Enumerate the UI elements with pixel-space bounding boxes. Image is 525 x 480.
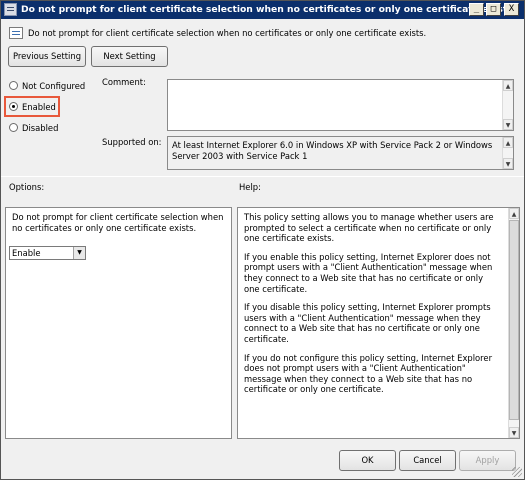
help-paragraph: If you disable this policy setting, Inte…	[244, 302, 491, 344]
enable-dropdown[interactable]: Enable ▼	[9, 246, 86, 260]
supported-scrollbar[interactable]: ▲ ▼	[502, 137, 513, 169]
help-paragraph: If you enable this policy setting, Inter…	[244, 251, 493, 294]
comment-field[interactable]: ▲ ▼	[167, 79, 514, 131]
radio-not-configured[interactable]: Not Configured	[9, 81, 85, 91]
scroll-up-icon[interactable]: ▲	[503, 80, 513, 91]
radio-enabled-indicator[interactable]	[9, 102, 18, 111]
radio-not-configured-indicator[interactable]	[9, 81, 18, 90]
radio-disabled-label: Disabled	[22, 123, 59, 133]
scroll-down-icon[interactable]: ▼	[503, 119, 513, 130]
scroll-down-icon[interactable]: ▼	[503, 158, 513, 169]
supported-on-value: At least Internet Explorer 6.0 in Window…	[172, 140, 493, 161]
help-scroll-thumb[interactable]	[509, 220, 519, 420]
title-bar[interactable]: Do not prompt for client certificate sel…	[1, 1, 524, 19]
scroll-up-icon[interactable]: ▲	[509, 208, 519, 219]
options-heading: Options:	[9, 182, 45, 192]
radio-disabled-indicator[interactable]	[9, 123, 18, 132]
policy-setting-dialog: Do not prompt for client certificate sel…	[0, 0, 525, 480]
previous-setting-button[interactable]: Previous Setting	[8, 46, 86, 67]
radio-enabled[interactable]: Enabled	[9, 102, 56, 112]
close-button[interactable]: X	[504, 3, 519, 16]
scroll-down-icon[interactable]: ▼	[509, 427, 519, 438]
chevron-down-icon[interactable]: ▼	[73, 247, 85, 259]
help-scrollbar[interactable]: ▲ ▼	[508, 208, 519, 438]
options-pane: Do not prompt for client certificate sel…	[5, 207, 232, 439]
help-heading: Help:	[239, 182, 261, 192]
cancel-button[interactable]: Cancel	[399, 450, 456, 471]
supported-on-label: Supported on:	[102, 137, 162, 147]
window-title: Do not prompt for client certificate sel…	[21, 4, 517, 15]
resize-grip-icon[interactable]	[512, 467, 522, 477]
policy-name-heading: Do not prompt for client certificate sel…	[28, 28, 427, 38]
divider	[1, 176, 524, 177]
options-description: Do not prompt for client certificate sel…	[12, 212, 224, 233]
enable-dropdown-value: Enable	[12, 248, 41, 258]
comment-label: Comment:	[102, 77, 146, 87]
radio-not-configured-label: Not Configured	[22, 81, 86, 91]
next-setting-button[interactable]: Next Setting	[91, 46, 168, 67]
scroll-up-icon[interactable]: ▲	[503, 137, 513, 148]
help-paragraph: This policy setting allows you to manage…	[244, 212, 494, 244]
radio-enabled-label: Enabled	[22, 102, 56, 112]
radio-disabled[interactable]: Disabled	[9, 123, 58, 133]
policy-icon	[4, 3, 17, 16]
comment-scrollbar[interactable]: ▲ ▼	[502, 80, 513, 130]
maximize-button[interactable]: □	[486, 3, 501, 16]
policy-setting-icon	[9, 27, 23, 39]
supported-on-field: At least Internet Explorer 6.0 in Window…	[167, 136, 514, 170]
help-paragraph: If you do not configure this policy sett…	[244, 352, 493, 395]
minimize-button[interactable]: _	[469, 3, 484, 16]
apply-button[interactable]: Apply	[459, 450, 516, 471]
ok-button[interactable]: OK	[339, 450, 396, 471]
help-pane: This policy setting allows you to manage…	[237, 207, 520, 439]
